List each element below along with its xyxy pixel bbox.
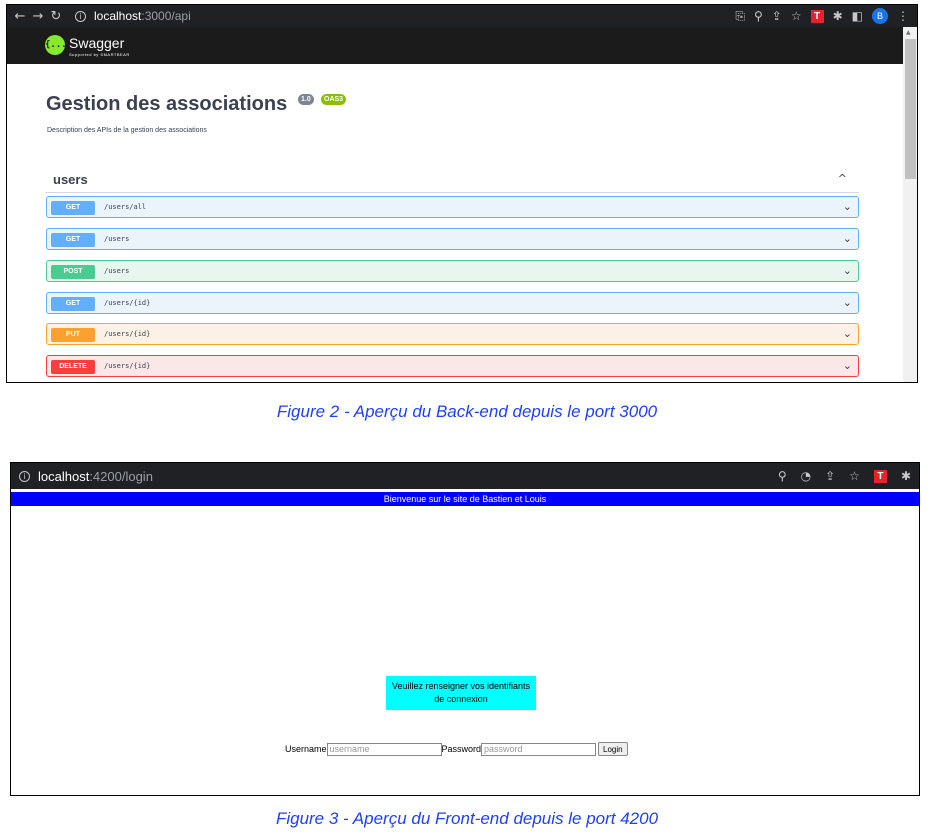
site-info-icon[interactable]: i (19, 470, 30, 482)
method-badge: GET (51, 297, 95, 311)
welcome-banner: Bienvenue sur le site de Bastien et Loui… (11, 492, 919, 506)
scroll-up-icon[interactable]: ▲ (906, 29, 911, 36)
operation-get-users-all[interactable]: GET /users/all ⌄ (46, 196, 859, 218)
chevron-down-icon[interactable]: ⌄ (843, 264, 852, 277)
operation-path: /users (104, 267, 130, 275)
browser-actions: ⎘ ⚲ ⇪ ☆ T ✱ ◧ B ⋮ (735, 5, 909, 27)
login-button[interactable]: Login (598, 742, 628, 756)
bookmark-star-icon[interactable]: ☆ (849, 469, 860, 483)
url-host: localhost (38, 468, 90, 484)
operation-path: /users/{id} (104, 330, 151, 338)
operation-path: /users/all (104, 203, 147, 211)
version-badge: 1.0 (298, 94, 314, 105)
operation-put-user-by-id[interactable]: PUT /users/{id} ⌄ (46, 323, 859, 345)
chevron-down-icon[interactable]: ⌄ (843, 232, 852, 245)
scrollbar-thumb[interactable] (905, 39, 916, 179)
operation-get-users[interactable]: GET /users ⌄ (46, 228, 859, 250)
method-badge: POST (51, 265, 95, 279)
frontend-screenshot: i localhost:4200/login ⚲ ◔ ⇪ ☆ T ✱ Bienv… (10, 462, 920, 796)
reload-icon[interactable]: ↻ (47, 9, 65, 24)
operation-post-users[interactable]: POST /users ⌄ (46, 260, 859, 282)
operation-delete-user-by-id[interactable]: DELETE /users/{id} ⌄ (46, 355, 859, 377)
chevron-up-icon[interactable]: ^ (838, 172, 847, 185)
swagger-brand: Swagger (69, 35, 125, 51)
address-bar[interactable]: localhost:3000/api (94, 9, 191, 23)
share-icon[interactable]: ⇪ (772, 9, 782, 23)
password-input[interactable] (481, 742, 597, 756)
bookmark-star-icon[interactable]: ☆ (791, 9, 802, 23)
swagger-brand-sub: Supported by SMARTBEAR (69, 52, 130, 57)
figure3-caption: Figure 3 - Aperçu du Front-end depuis le… (275, 809, 659, 828)
figure2-caption: Figure 2 - Aperçu du Back-end depuis le … (276, 402, 658, 421)
password-label: Password (441, 744, 482, 754)
chevron-down-icon[interactable]: ⌄ (843, 327, 852, 340)
address-bar[interactable]: localhost:4200/login (38, 469, 153, 484)
zoom-icon[interactable]: ⚲ (754, 9, 763, 23)
browser-toolbar: i localhost:4200/login ⚲ ◔ ⇪ ☆ T ✱ (11, 463, 919, 489)
extension-t-icon[interactable]: T (873, 469, 887, 483)
chevron-down-icon[interactable]: ⌄ (843, 200, 852, 213)
url-path: :3000/api (141, 9, 191, 23)
back-arrow-icon[interactable]: ← (11, 9, 29, 24)
browser-toolbar: ← → ↻ i localhost:3000/api ⎘ ⚲ ⇪ ☆ T ✱ ◧… (7, 5, 917, 27)
method-badge: GET (51, 233, 95, 247)
swagger-topbar: {...} Swagger Supported by SMARTBEAR (7, 27, 903, 64)
method-badge: PUT (51, 328, 95, 342)
extensions-puzzle-icon[interactable]: ✱ (833, 9, 843, 23)
zoom-icon[interactable]: ⚲ (778, 469, 787, 483)
extension-t-icon[interactable]: T (810, 9, 824, 23)
api-title: Gestion des associations (46, 93, 288, 115)
login-message: Veuillez renseigner vos identifiants de … (386, 676, 536, 710)
tag-users[interactable]: users ^ (45, 167, 859, 193)
swagger-logo-icon[interactable]: {...} (45, 35, 72, 55)
swagger-screenshot: ← → ↻ i localhost:3000/api ⎘ ⚲ ⇪ ☆ T ✱ ◧… (6, 4, 918, 383)
api-description: Description des APIs de la gestion des a… (47, 127, 207, 134)
login-form: Username Password Login (285, 741, 628, 757)
site-info-icon[interactable]: i (75, 10, 86, 22)
performance-gauge-icon[interactable]: ◔ (801, 469, 811, 483)
page-scrollbar[interactable]: ▲ (903, 27, 917, 382)
translate-icon[interactable]: ⎘ (735, 9, 745, 24)
method-badge: DELETE (51, 360, 95, 374)
method-badge: GET (51, 201, 95, 215)
url-path: :4200/login (89, 468, 153, 484)
username-input[interactable] (326, 742, 442, 756)
side-panel-icon[interactable]: ◧ (852, 9, 863, 23)
oas-badge: OAS3 (321, 94, 347, 105)
chevron-down-icon[interactable]: ⌄ (843, 359, 852, 372)
operation-path: /users/{id} (104, 299, 151, 307)
extensions-puzzle-icon[interactable]: ✱ (901, 469, 911, 483)
chevron-down-icon[interactable]: ⌄ (843, 296, 852, 309)
operation-path: /users/{id} (104, 362, 151, 370)
forward-arrow-icon[interactable]: → (29, 9, 47, 24)
browser-actions: ⚲ ◔ ⇪ ☆ T ✱ (778, 463, 911, 489)
operation-get-user-by-id[interactable]: GET /users/{id} ⌄ (46, 292, 859, 314)
url-host: localhost (94, 9, 142, 23)
profile-avatar[interactable]: B (872, 8, 888, 24)
menu-kebab-icon[interactable]: ⋮ (897, 9, 909, 23)
username-label: Username (285, 744, 327, 754)
tag-name: users (53, 172, 88, 187)
share-icon[interactable]: ⇪ (825, 469, 835, 483)
operation-path: /users (104, 235, 130, 243)
